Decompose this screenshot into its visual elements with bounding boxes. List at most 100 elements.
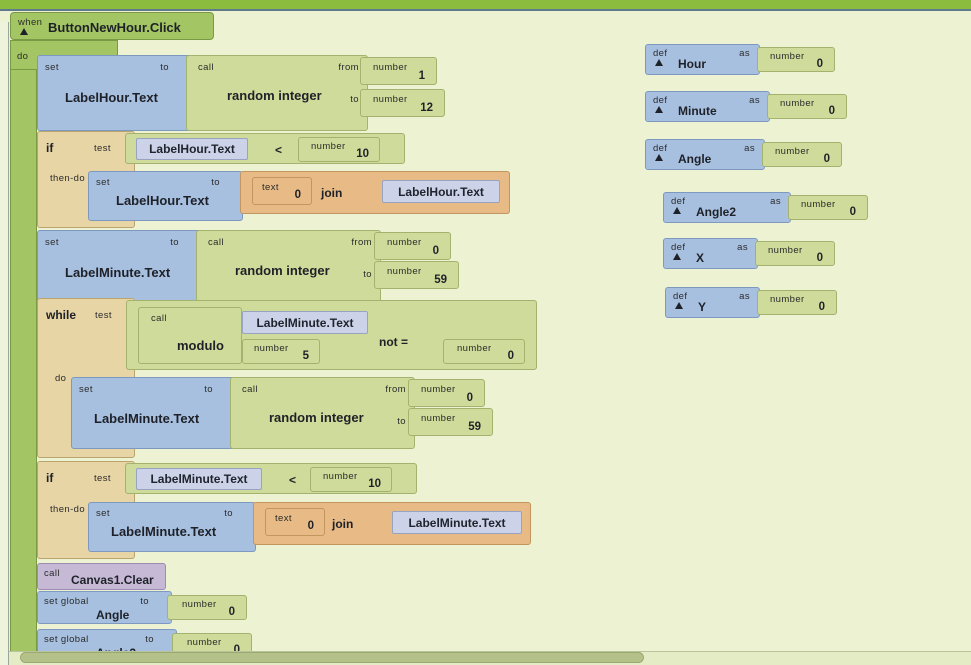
number-value[interactable]: 0 <box>829 105 835 117</box>
number-value[interactable]: 5 <box>303 350 309 362</box>
def-block-angle[interactable]: def Angle as <box>645 139 765 170</box>
horizontal-scrollbar-thumb[interactable] <box>20 652 644 663</box>
set-labelhour-text-pad-block[interactable]: set to LabelHour.Text <box>88 171 243 221</box>
number-value[interactable]: 10 <box>356 148 369 160</box>
number-block-minute-from[interactable]: number 0 <box>374 232 451 260</box>
number-block-minute-to[interactable]: number 59 <box>374 261 459 289</box>
number-block-def-angle[interactable]: number 0 <box>762 142 842 167</box>
number-block-if-minute[interactable]: number 10 <box>310 467 392 492</box>
def-collapse-icon[interactable] <box>655 106 663 113</box>
number-value[interactable]: 0 <box>229 606 235 618</box>
def-collapse-icon[interactable] <box>673 253 681 260</box>
number-value[interactable]: 12 <box>420 102 433 114</box>
set-global-angle-block[interactable]: set global to Angle <box>37 591 172 624</box>
set-labelhour-text-block[interactable]: set to LabelHour.Text <box>37 55 192 131</box>
number-label: number <box>373 94 408 105</box>
def-keyword: def <box>653 143 668 154</box>
random-integer-hour-block[interactable]: call random integer from to <box>186 55 368 131</box>
number-value[interactable]: 59 <box>434 274 447 286</box>
number-label: number <box>323 471 358 482</box>
number-block-def-x[interactable]: number 0 <box>755 241 835 266</box>
to-keyword-2: to <box>397 416 406 427</box>
number-value[interactable]: 0 <box>467 392 473 404</box>
number-block-hour-from[interactable]: number 1 <box>360 57 437 85</box>
number-block-def-minute[interactable]: number 0 <box>767 94 847 119</box>
set-labelminute-text-block[interactable]: set to LabelMinute.Text <box>37 230 202 306</box>
if-keyword: if <box>46 471 54 485</box>
number-block-global-angle[interactable]: number 0 <box>167 595 247 620</box>
text-block-minute-pad[interactable]: text 0 <box>265 508 325 536</box>
number-label: number <box>768 245 803 256</box>
number-value[interactable]: 59 <box>468 421 481 433</box>
number-block-while-to[interactable]: number 59 <box>408 408 493 436</box>
text-value[interactable]: 0 <box>308 520 314 532</box>
getter-labelminute-text-2[interactable]: LabelMinute.Text <box>392 511 522 534</box>
modulo-label: modulo <box>177 338 224 353</box>
getter-labelhour-text-1[interactable]: LabelHour.Text <box>136 138 248 160</box>
def-collapse-icon[interactable] <box>655 154 663 161</box>
number-block-while-from[interactable]: number 0 <box>408 379 485 407</box>
number-value[interactable]: 10 <box>368 478 381 490</box>
def-name: Angle <box>678 152 712 166</box>
number-value[interactable]: 0 <box>850 206 856 218</box>
text-value[interactable]: 0 <box>295 189 301 201</box>
number-label: number <box>770 294 805 305</box>
getter-labelhour-text-2[interactable]: LabelHour.Text <box>382 180 500 203</box>
def-block-angle2[interactable]: def Angle2 as <box>663 192 791 223</box>
number-block-modulo-divisor[interactable]: number 5 <box>242 339 320 364</box>
set-labelminute-text-pad-block[interactable]: set to LabelMinute.Text <box>88 502 256 552</box>
event-name: ButtonNewHour.Click <box>48 20 181 35</box>
test-keyword: test <box>94 143 111 154</box>
def-block-x[interactable]: def X as <box>663 238 758 269</box>
horizontal-scrollbar-track[interactable] <box>9 651 971 665</box>
as-keyword: as <box>739 48 750 59</box>
number-value[interactable]: 0 <box>819 301 825 313</box>
number-block-not-equal-rhs[interactable]: number 0 <box>443 339 525 364</box>
def-block-y[interactable]: def Y as <box>665 287 760 318</box>
random-integer-minute-block[interactable]: call random integer from to <box>196 230 381 306</box>
call-keyword: call <box>208 237 224 248</box>
while-body-set-labelminute-block[interactable]: set to LabelMinute.Text <box>71 377 236 449</box>
def-block-minute[interactable]: def Minute as <box>645 91 770 122</box>
number-value[interactable]: 0 <box>508 350 514 362</box>
event-collapse-icon[interactable] <box>20 28 28 35</box>
while-body-random-integer-block[interactable]: call random integer from to <box>230 377 415 449</box>
number-label: number <box>187 637 222 648</box>
getter-labelminute-text-modulo[interactable]: LabelMinute.Text <box>242 311 368 334</box>
def-collapse-icon[interactable] <box>675 302 683 309</box>
number-block-if-hour[interactable]: number 10 <box>298 137 380 162</box>
call-canvas1-clear-block[interactable]: call Canvas1.Clear <box>37 563 166 590</box>
event-block-body <box>10 40 37 665</box>
getter-labelminute-text-1[interactable]: LabelMinute.Text <box>136 468 262 490</box>
def-name: Minute <box>678 104 717 118</box>
number-block-hour-to[interactable]: number 12 <box>360 89 445 117</box>
number-value[interactable]: 0 <box>433 245 439 257</box>
set-keyword: set <box>45 62 59 73</box>
number-label: number <box>770 51 805 62</box>
then-do-keyword: then-do <box>50 504 86 515</box>
number-value[interactable]: 0 <box>824 153 830 165</box>
number-block-def-y[interactable]: number 0 <box>757 290 837 315</box>
text-block-hour-pad[interactable]: text 0 <box>252 177 312 205</box>
number-value[interactable]: 0 <box>817 58 823 70</box>
number-block-def-angle2[interactable]: number 0 <box>788 195 868 220</box>
number-block-def-hour[interactable]: number 0 <box>757 47 835 72</box>
number-label: number <box>387 237 422 248</box>
modulo-block[interactable]: call modulo <box>138 307 242 364</box>
def-block-hour[interactable]: def Hour as <box>645 44 760 75</box>
number-label: number <box>421 384 456 395</box>
from-keyword: from <box>338 62 359 73</box>
blocks-canvas[interactable]: when ButtonNewHour.Click do set to Label… <box>0 11 971 665</box>
def-collapse-icon[interactable] <box>673 207 681 214</box>
set-labelhour-target: LabelHour.Text <box>65 90 158 105</box>
to-keyword: to <box>170 237 179 248</box>
top-toolbar-bar <box>0 0 971 9</box>
call-keyword: call <box>151 313 167 324</box>
to-keyword: to <box>145 634 154 645</box>
event-block-header[interactable]: when ButtonNewHour.Click <box>10 12 214 40</box>
number-value[interactable]: 1 <box>419 70 425 82</box>
number-value[interactable]: 0 <box>817 252 823 264</box>
def-collapse-icon[interactable] <box>655 59 663 66</box>
as-keyword: as <box>737 242 748 253</box>
number-label: number <box>775 146 810 157</box>
